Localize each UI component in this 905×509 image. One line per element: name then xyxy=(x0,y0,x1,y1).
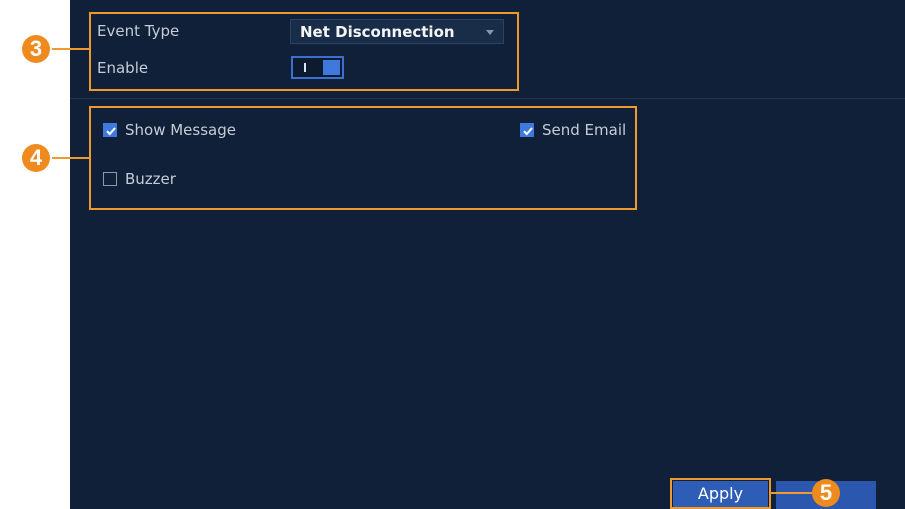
screenshot-stage: Event Type Net Disconnection Enable Show… xyxy=(0,0,905,509)
callout-badge-5: 5 xyxy=(812,479,840,507)
callout-leader-3 xyxy=(52,48,89,50)
callout-box-5 xyxy=(670,478,771,509)
callout-badge-3: 3 xyxy=(22,35,50,63)
callout-badge-4: 4 xyxy=(22,144,50,172)
callout-box-4 xyxy=(89,106,637,210)
section-divider xyxy=(70,98,905,99)
callout-box-3 xyxy=(89,12,519,91)
callout-leader-4 xyxy=(52,157,89,159)
